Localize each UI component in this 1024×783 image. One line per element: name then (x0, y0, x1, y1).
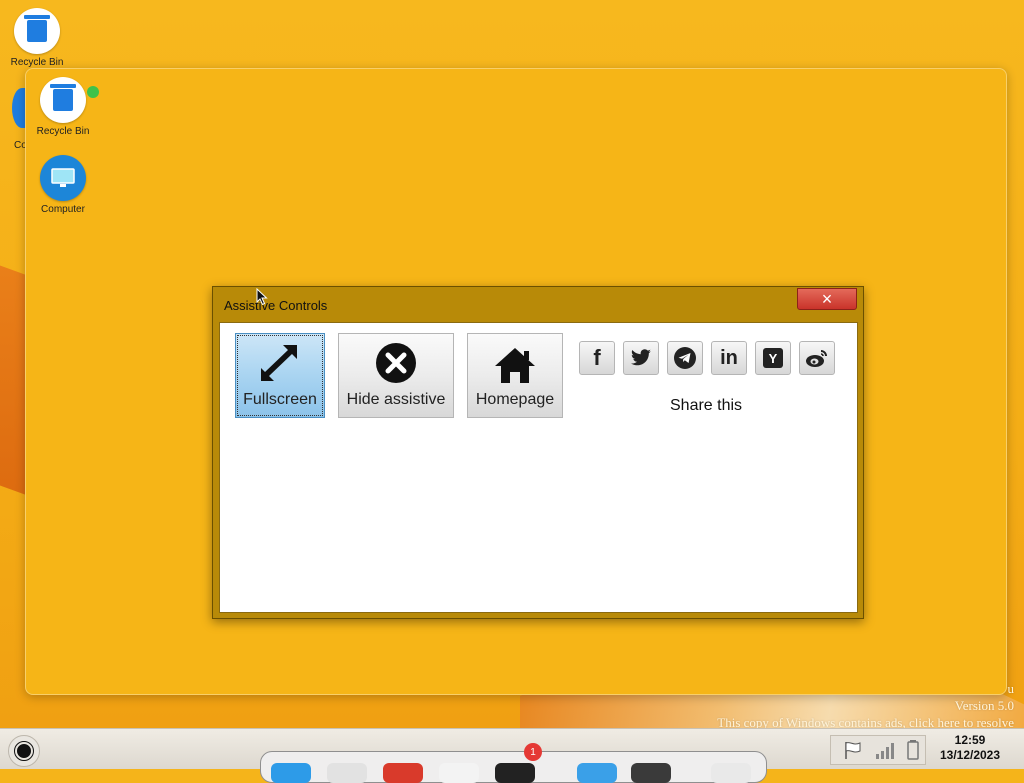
desktop-background: Recycle Bin Co Recycle Bin Computer Assi… (0, 0, 1024, 728)
computer-icon (40, 155, 86, 201)
flag-icon[interactable] (843, 740, 863, 760)
assistive-controls-dialog: Assistive Controls × Fullscreen Hide ass… (212, 286, 864, 619)
outer-recycle-bin-shortcut[interactable]: Recycle Bin (0, 8, 77, 68)
fullscreen-label: Fullscreen (243, 391, 317, 408)
hide-assistive-button[interactable]: Hide assistive (338, 333, 454, 418)
fullscreen-button[interactable]: Fullscreen (235, 333, 325, 418)
mouse-cursor-icon (256, 288, 268, 306)
computer-label: Computer (41, 204, 85, 215)
dock-notepad-icon[interactable] (439, 763, 479, 783)
weibo-icon (806, 350, 827, 367)
start-icon (14, 741, 34, 761)
outer-recycle-bin-label: Recycle Bin (10, 57, 64, 68)
app-dock: 1 (260, 743, 767, 783)
share-twitter-button[interactable] (623, 341, 659, 375)
dock-trash-icon[interactable] (711, 763, 751, 783)
taskbar: 1 12:59 13/12/2023 (0, 728, 1024, 783)
clock[interactable]: 12:59 13/12/2023 (930, 733, 1010, 763)
close-circle-icon (376, 343, 416, 383)
dock-camera-icon[interactable] (631, 763, 671, 783)
watermark-line-3: This copy of Windows contains ads, click… (717, 715, 1014, 728)
linkedin-icon: in (720, 346, 738, 369)
recycle-bin-icon (14, 8, 60, 54)
telegram-icon (674, 347, 696, 369)
share-telegram-button[interactable] (667, 341, 703, 375)
hacker-news-icon: Y (763, 348, 783, 368)
hide-assistive-label: Hide assistive (346, 391, 446, 408)
windows-watermark[interactable]: u Version 5.0 This copy of Windows conta… (717, 680, 1014, 728)
signal-icon[interactable] (875, 740, 897, 760)
system-tray (830, 735, 926, 765)
share-weibo-button[interactable] (799, 341, 835, 375)
share-hacker-news-button[interactable]: Y (755, 341, 791, 375)
twitter-icon (631, 349, 651, 366)
share-linkedin-button[interactable]: in (711, 341, 747, 375)
share-facebook-button[interactable]: f (579, 341, 615, 375)
dock-store-icon[interactable] (577, 763, 617, 783)
recycle-bin-shortcut[interactable]: Recycle Bin (23, 77, 103, 137)
facebook-icon: f (593, 345, 601, 370)
close-icon: × (821, 289, 833, 309)
clock-time: 12:59 (954, 733, 986, 747)
dialog-close-button[interactable]: × (797, 288, 857, 310)
home-icon (495, 348, 535, 383)
dialog-body: Fullscreen Hide assistive Homepage f in … (219, 322, 858, 613)
recycle-bin-label: Recycle Bin (36, 126, 90, 137)
clock-date: 13/12/2023 (939, 748, 1001, 762)
battery-icon[interactable] (907, 740, 919, 760)
homepage-button[interactable]: Homepage (467, 333, 563, 418)
notification-badge: 1 (524, 743, 542, 761)
dialog-title: Assistive Controls (224, 298, 328, 313)
dock-explorer-icon[interactable] (271, 763, 311, 783)
watermark-line-1: u (1007, 681, 1015, 696)
homepage-label: Homepage (475, 391, 555, 408)
dock-browser-icon[interactable] (383, 763, 423, 783)
share-this-label: Share this (670, 397, 743, 414)
recycle-bin-icon (40, 77, 86, 123)
start-button[interactable] (8, 735, 40, 767)
dock-chat-icon[interactable] (495, 763, 535, 783)
computer-shortcut[interactable]: Computer (23, 155, 103, 215)
expand-arrows-icon (261, 345, 297, 381)
dock-app-icon[interactable] (327, 763, 367, 783)
watermark-line-2: Version 5.0 (954, 698, 1014, 713)
